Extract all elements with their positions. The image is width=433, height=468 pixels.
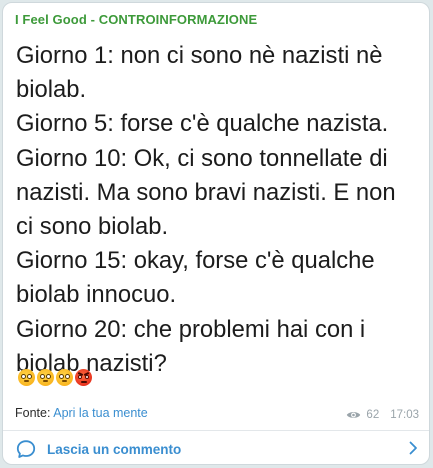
post-line: nazisti. Ma sono bravi nazisti. E non (16, 178, 396, 206)
leave-comment-button[interactable]: Lascia un commento (3, 431, 429, 464)
post-line: biolab innocuo. (16, 281, 177, 309)
post-time: 17:03 (390, 409, 419, 421)
leave-comment-label: Lascia un commento (47, 442, 182, 457)
emoji-row (18, 369, 92, 386)
post-line: Giorno 15: okay, forse c'è qualche (16, 247, 375, 275)
source-line: Fonte: Apri la tua mente (15, 406, 148, 420)
views-count: 62 (366, 409, 380, 421)
flushed-face-icon (18, 369, 35, 386)
post-meta: 62 17:03 (346, 409, 419, 421)
post-line: Giorno 5: forse c'è qualche nazista. (16, 110, 389, 138)
views-eye-icon (347, 412, 361, 418)
source-label: Fonte: (15, 406, 51, 420)
post-line: Giorno 20: che problemi hai con i (16, 315, 366, 343)
flushed-face-icon (56, 369, 73, 386)
flushed-face-icon (37, 369, 54, 386)
post-line: ci sono biolab. (16, 213, 169, 241)
post-card: I Feel Good - CONTROINFORMAZIONE Giorno … (2, 2, 430, 465)
post-text: Giorno 1: non ci sono nè nazisti nè biol… (16, 39, 424, 381)
chevron-right-icon (409, 441, 417, 455)
angry-face-icon (75, 369, 92, 386)
post-line: Giorno 1: non ci sono nè nazisti nè (16, 42, 383, 69)
post-line: biolab. (16, 76, 87, 104)
channel-name[interactable]: I Feel Good - CONTROINFORMAZIONE (15, 12, 257, 27)
source-link[interactable]: Apri la tua mente (53, 406, 148, 420)
post-line: Giorno 10: Ok, ci sono tonnellate di (16, 144, 388, 172)
comment-bubble-icon (16, 440, 36, 458)
